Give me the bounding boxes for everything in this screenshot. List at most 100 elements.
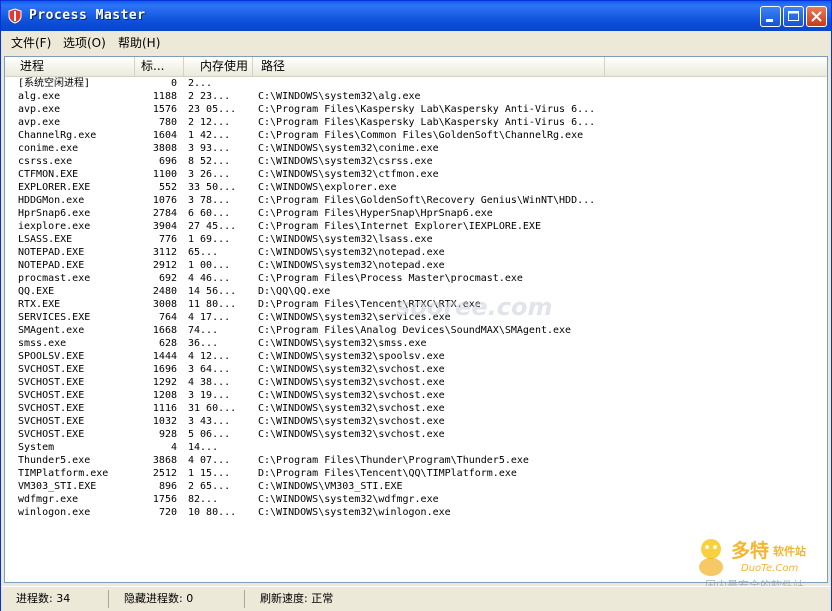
memory-cell: 82... bbox=[188, 494, 219, 505]
process-name-cell: SVCHOST.EXE bbox=[18, 364, 85, 375]
table-row[interactable]: Thunder5.exe 3868 4 07... C:\Program Files\… bbox=[5, 454, 827, 467]
memory-cell: 1 42... bbox=[188, 130, 231, 141]
memory-cell: 4 07... bbox=[188, 455, 231, 466]
process-name-cell: EXPLORER.EXE bbox=[18, 182, 91, 193]
process-name-cell: HDDGMon.exe bbox=[18, 195, 85, 206]
path-cell: D:\QQ\QQ.exe bbox=[258, 286, 331, 297]
memory-cell: 3 26... bbox=[188, 169, 231, 180]
minimize-button[interactable] bbox=[760, 6, 781, 27]
path-cell: C:\WINDOWS\system32\ctfmon.exe bbox=[258, 169, 439, 180]
pid-cell: 1076 bbox=[152, 195, 177, 206]
table-row[interactable]: winlogon.exe 720 10 80... C:\WINDOWS\system… bbox=[5, 506, 827, 519]
table-row[interactable]: SVCHOST.EXE 928 5 06... C:\WINDOWS\system32… bbox=[5, 428, 827, 441]
table-row[interactable]: QQ.EXE 2480 14 56... D:\QQ\QQ.exe bbox=[5, 285, 827, 298]
process-name-cell: LSASS.EXE bbox=[18, 234, 73, 245]
close-button[interactable] bbox=[806, 6, 827, 27]
table-row[interactable]: System 4 14... bbox=[5, 441, 827, 454]
table-row[interactable]: NOTEPAD.EXE 2912 1 00... C:\WINDOWS\system3… bbox=[5, 259, 827, 272]
table-row[interactable]: NOTEPAD.EXE 3112 65... C:\WINDOWS\system32\… bbox=[5, 246, 827, 259]
table-row[interactable]: LSASS.EXE 776 1 69... C:\WINDOWS\system32\l… bbox=[5, 233, 827, 246]
pid-cell: 764 bbox=[158, 312, 177, 323]
memory-cell: 10 80... bbox=[188, 507, 237, 518]
column-header-process[interactable]: 进程 bbox=[5, 57, 135, 76]
process-name-cell: [系统空闲进程] bbox=[18, 78, 91, 89]
process-name-cell: iexplore.exe bbox=[18, 221, 91, 232]
pid-cell: 3868 bbox=[152, 455, 177, 466]
table-row[interactable]: smss.exe 628 36... C:\WINDOWS\system32\smss… bbox=[5, 337, 827, 350]
menu-help[interactable]: 帮助(H) bbox=[118, 34, 160, 51]
memory-cell: 36... bbox=[188, 338, 219, 349]
column-header-path[interactable]: 路径 bbox=[253, 57, 605, 76]
table-row[interactable]: SVCHOST.EXE 1208 3 19... C:\WINDOWS\system3… bbox=[5, 389, 827, 402]
path-cell: C:\WINDOWS\system32\winlogon.exe bbox=[258, 507, 451, 518]
table-row[interactable]: SVCHOST.EXE 1032 3 43... C:\WINDOWS\system3… bbox=[5, 415, 827, 428]
table-row[interactable]: HprSnap6.exe 2784 6 60... C:\Program Files\… bbox=[5, 207, 827, 220]
table-row[interactable]: iexplore.exe 3904 27 45... C:\Program Files… bbox=[5, 220, 827, 233]
path-cell: C:\WINDOWS\system32\svchost.exe bbox=[258, 416, 445, 427]
pid-cell: 776 bbox=[158, 234, 177, 245]
pid-cell: 1208 bbox=[152, 390, 177, 401]
process-name-cell: SMAgent.exe bbox=[18, 325, 85, 336]
table-row[interactable]: RTX.EXE 3008 11 80... D:\Program Files\Tenc… bbox=[5, 298, 827, 311]
pid-cell: 0 bbox=[170, 78, 177, 89]
status-bar: 进程数: 34 隐藏进程数: 0 刷新速度: 正常 bbox=[1, 586, 831, 611]
menu-file[interactable]: 文件(F) bbox=[11, 34, 51, 51]
memory-cell: 3 43... bbox=[188, 416, 231, 427]
table-row[interactable]: SPOOLSV.EXE 1444 4 12... C:\WINDOWS\system3… bbox=[5, 350, 827, 363]
table-row[interactable]: TIMPlatform.exe 2512 1 15... D:\Program Fil… bbox=[5, 467, 827, 480]
path-cell: C:\WINDOWS\system32\svchost.exe bbox=[258, 390, 445, 401]
table-row[interactable]: alg.exe 1188 2 23... C:\WINDOWS\system32\al… bbox=[5, 90, 827, 103]
process-list[interactable]: 进程 标... 内存使用 路径 [系统空闲进程] 0 2... alg.exe 1188… bbox=[4, 56, 828, 583]
table-row[interactable]: procmast.exe 692 4 46... C:\Program Files\P… bbox=[5, 272, 827, 285]
path-cell: C:\Program Files\GoldenSoft\Recovery Gen… bbox=[258, 195, 596, 206]
path-cell: C:\WINDOWS\system32\csrss.exe bbox=[258, 156, 433, 167]
pid-cell: 2512 bbox=[152, 468, 177, 479]
memory-cell: 31 60... bbox=[188, 403, 237, 414]
list-header: 进程 标... 内存使用 路径 bbox=[5, 57, 827, 77]
table-row[interactable]: avp.exe 780 2 12... C:\Program Files\Kasper… bbox=[5, 116, 827, 129]
table-row[interactable]: SVCHOST.EXE 1292 4 38... C:\WINDOWS\system3… bbox=[5, 376, 827, 389]
column-header-memory[interactable]: 内存使用 bbox=[184, 57, 253, 76]
process-name-cell: smss.exe bbox=[18, 338, 67, 349]
table-row[interactable]: SVCHOST.EXE 1116 31 60... C:\WINDOWS\system… bbox=[5, 402, 827, 415]
process-name-cell: alg.exe bbox=[18, 91, 61, 102]
process-master-window: Process Master 文件(F) 选项(O) 帮助(H) 进程 标...… bbox=[0, 0, 832, 611]
table-row[interactable]: wdfmgr.exe 1756 82... C:\WINDOWS\system32\w… bbox=[5, 493, 827, 506]
table-row[interactable]: SVCHOST.EXE 1696 3 64... C:\WINDOWS\system3… bbox=[5, 363, 827, 376]
table-row[interactable]: csrss.exe 696 8 52... C:\WINDOWS\system32\c… bbox=[5, 155, 827, 168]
table-row[interactable]: SMAgent.exe 1668 74... C:\Program Files\Ana… bbox=[5, 324, 827, 337]
table-row[interactable]: EXPLORER.EXE 552 33 50... C:\WINDOWS\explor… bbox=[5, 181, 827, 194]
pid-cell: 2480 bbox=[152, 286, 177, 297]
table-row[interactable]: VM303_STI.EXE 896 2 65... C:\WINDOWS\VM303_… bbox=[5, 480, 827, 493]
table-row[interactable]: conime.exe 3808 3 93... C:\WINDOWS\system32… bbox=[5, 142, 827, 155]
process-name-cell: conime.exe bbox=[18, 143, 79, 154]
path-cell: C:\WINDOWS\system32\svchost.exe bbox=[258, 429, 445, 440]
process-name-cell: SVCHOST.EXE bbox=[18, 390, 85, 401]
table-row[interactable]: CTFMON.EXE 1100 3 26... C:\WINDOWS\system32… bbox=[5, 168, 827, 181]
process-name-cell: procmast.exe bbox=[18, 273, 91, 284]
memory-cell: 5 06... bbox=[188, 429, 231, 440]
pid-cell: 3904 bbox=[152, 221, 177, 232]
process-name-cell: TIMPlatform.exe bbox=[18, 468, 109, 479]
table-row[interactable]: ChannelRg.exe 1604 1 42... C:\Program Files… bbox=[5, 129, 827, 142]
title-bar[interactable]: Process Master bbox=[1, 1, 831, 31]
menu-options[interactable]: 选项(O) bbox=[63, 34, 106, 51]
memory-cell: 11 80... bbox=[188, 299, 237, 310]
table-row[interactable]: HDDGMon.exe 1076 3 78... C:\Program Files\G… bbox=[5, 194, 827, 207]
process-name-cell: SVCHOST.EXE bbox=[18, 403, 85, 414]
column-header-pid[interactable]: 标... bbox=[135, 57, 184, 76]
window-title: Process Master bbox=[29, 8, 146, 23]
close-icon bbox=[811, 11, 822, 22]
table-row[interactable]: avp.exe 1576 23 05... C:\Program Files\Kasp… bbox=[5, 103, 827, 116]
memory-cell: 4 38... bbox=[188, 377, 231, 388]
memory-cell: 3 19... bbox=[188, 390, 231, 401]
pid-cell: 1604 bbox=[152, 130, 177, 141]
pid-cell: 692 bbox=[158, 273, 177, 284]
memory-cell: 3 93... bbox=[188, 143, 231, 154]
process-name-cell: NOTEPAD.EXE bbox=[18, 260, 85, 271]
table-row[interactable]: SERVICES.EXE 764 4 17... C:\WINDOWS\system3… bbox=[5, 311, 827, 324]
maximize-button[interactable] bbox=[783, 6, 804, 27]
memory-cell: 2 12... bbox=[188, 117, 231, 128]
table-row[interactable]: [系统空闲进程] 0 2... bbox=[5, 77, 827, 90]
pid-cell: 1444 bbox=[152, 351, 177, 362]
